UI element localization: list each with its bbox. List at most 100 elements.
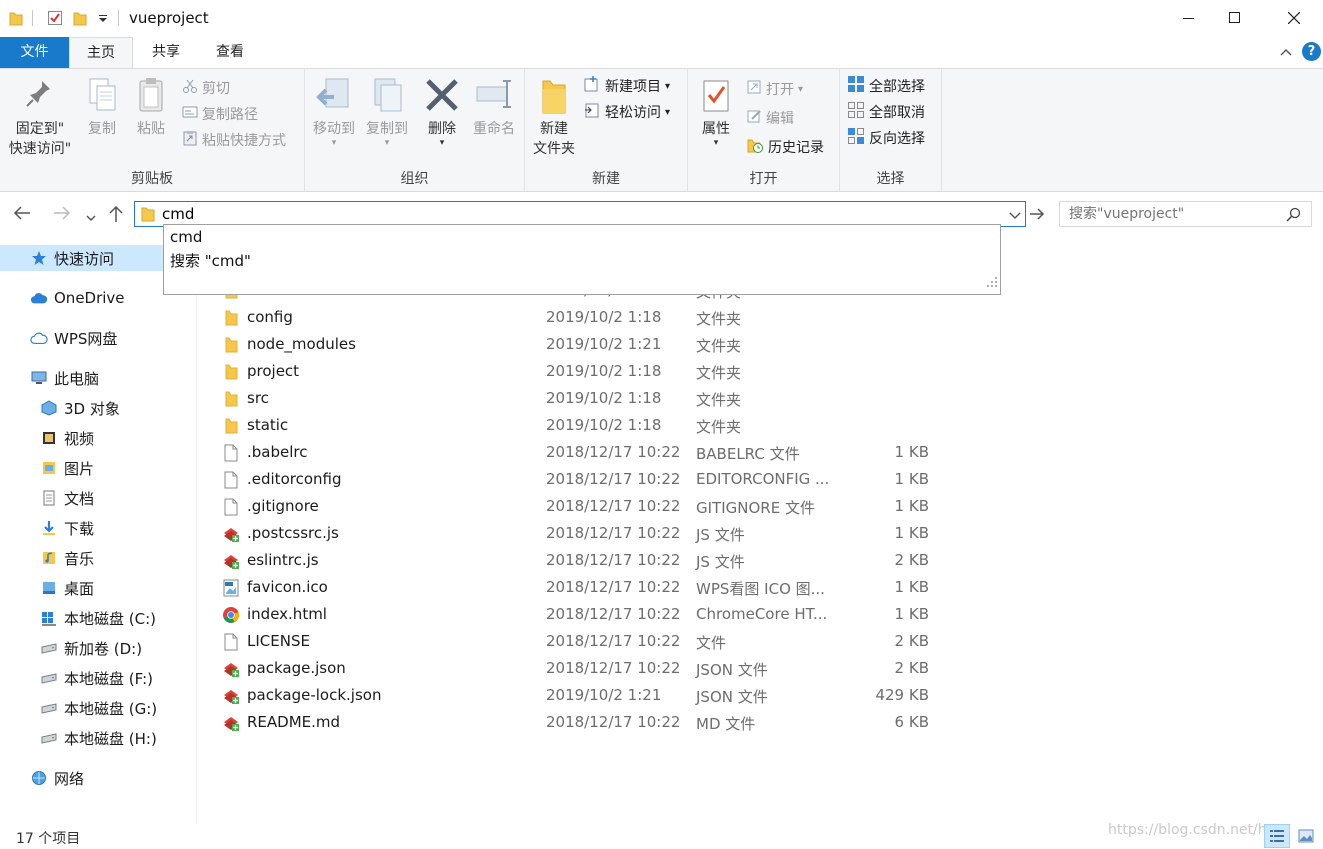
sidebar-item-pc-0[interactable]: 3D 对象 bbox=[40, 395, 120, 421]
file-name: .editorconfig bbox=[247, 470, 342, 488]
file-date: 2018/12/17 10:22 bbox=[546, 578, 681, 596]
sidebar-item-pc-6[interactable]: 桌面 bbox=[40, 575, 94, 601]
search-input[interactable] bbox=[1069, 204, 1284, 224]
file-type: EDITORCONFIG ... bbox=[696, 470, 830, 488]
dropdown-arrow-icon: ▾ bbox=[384, 138, 390, 148]
image-file-icon bbox=[222, 579, 240, 597]
folder-icon bbox=[222, 336, 240, 354]
paste-shortcut-button[interactable]: 粘贴快捷方式 bbox=[182, 128, 286, 152]
file-row[interactable]: package-lock.json 2019/10/2 1:21 JSON 文件 42… bbox=[198, 683, 938, 710]
edit-label: 编辑 bbox=[766, 111, 794, 127]
forward-arrow-icon[interactable] bbox=[53, 205, 71, 226]
copy-to-button[interactable]: 复制到 ▾ bbox=[361, 75, 413, 148]
collapse-ribbon-icon[interactable] bbox=[1280, 45, 1292, 61]
new-item-button[interactable]: 新建项目 ▾ bbox=[583, 74, 670, 98]
open-button[interactable]: 打开 ▾ bbox=[746, 77, 803, 101]
ribbon-tabs: 文件 主页 共享 查看 ? bbox=[0, 37, 1323, 69]
file-name: LICENSE bbox=[247, 632, 310, 650]
file-name: README.md bbox=[247, 713, 341, 731]
select-all-icon bbox=[847, 75, 865, 97]
sidebar-item-label: 文档 bbox=[64, 489, 95, 508]
sidebar-item-pc-7[interactable]: 本地磁盘 (C:) bbox=[40, 605, 156, 631]
tab-file[interactable]: 文件 bbox=[0, 37, 69, 68]
sidebar-item-pc-11[interactable]: 本地磁盘 (H:) bbox=[40, 725, 157, 751]
sidebar-item-label: 本地磁盘 (G:) bbox=[64, 699, 158, 718]
file-row[interactable]: node_modules 2019/10/2 1:21 文件夹 bbox=[198, 332, 938, 359]
details-view-icon[interactable] bbox=[1264, 824, 1290, 848]
suggestion-item[interactable]: cmd bbox=[170, 228, 202, 246]
pin-to-quick-access-button[interactable]: 固定到" 快速访问" bbox=[4, 75, 76, 159]
file-row[interactable]: src 2019/10/2 1:18 文件夹 bbox=[198, 386, 938, 413]
maximize-button[interactable] bbox=[1212, 0, 1258, 36]
drive-icon bbox=[40, 729, 58, 747]
search-icon[interactable] bbox=[1286, 207, 1301, 226]
file-row[interactable]: .editorconfig 2018/12/17 10:22 EDITORCONFI… bbox=[198, 467, 938, 494]
back-arrow-icon[interactable] bbox=[13, 205, 31, 226]
file-row[interactable]: README.md 2018/12/17 10:22 MD 文件 6 KB bbox=[198, 710, 938, 737]
customize-quick-access-icon[interactable] bbox=[96, 9, 110, 27]
history-label: 历史记录 bbox=[768, 140, 824, 156]
minimize-button[interactable] bbox=[1166, 0, 1212, 36]
downloads-folder-icon bbox=[40, 519, 58, 537]
file-row[interactable]: .gitignore 2018/12/17 10:22 GITIGNORE 文件 1 … bbox=[198, 494, 938, 521]
properties-quick-icon[interactable] bbox=[46, 9, 64, 27]
history-button[interactable]: 历史记录 bbox=[746, 135, 824, 159]
sidebar-item-pc-3[interactable]: 文档 bbox=[40, 485, 94, 511]
copy-button[interactable]: 复制 bbox=[82, 75, 122, 139]
recent-locations-chevron-icon[interactable] bbox=[85, 208, 97, 228]
select-none-button[interactable]: 全部取消 bbox=[847, 100, 925, 124]
close-button[interactable] bbox=[1271, 0, 1317, 36]
new-folder-quick-icon[interactable] bbox=[72, 9, 88, 27]
file-row[interactable]: index.html 2018/12/17 10:22 ChromeCore HT.… bbox=[198, 602, 938, 629]
file-row[interactable]: project 2019/10/2 1:18 文件夹 bbox=[198, 359, 938, 386]
resize-grip-icon[interactable] bbox=[986, 276, 998, 292]
address-dropdown-chevron-icon[interactable] bbox=[1009, 209, 1021, 225]
sidebar-item-pc-4[interactable]: 下载 bbox=[40, 515, 94, 541]
paste-button[interactable]: 粘贴 bbox=[130, 75, 172, 139]
sidebar-item-pc-1[interactable]: 视频 bbox=[40, 425, 94, 451]
search-box[interactable] bbox=[1059, 201, 1312, 227]
address-input[interactable] bbox=[162, 203, 1002, 225]
paste-label: 粘贴 bbox=[137, 121, 165, 137]
new-item-icon bbox=[583, 75, 601, 97]
sidebar-item-pc-9[interactable]: 本地磁盘 (F:) bbox=[40, 665, 153, 691]
tab-home[interactable]: 主页 bbox=[69, 37, 133, 69]
invert-selection-button[interactable]: 反向选择 bbox=[847, 126, 925, 150]
rename-button[interactable]: 重命名 bbox=[467, 75, 521, 139]
easy-access-button[interactable]: 轻松访问 ▾ bbox=[583, 100, 670, 124]
invert-selection-label: 反向选择 bbox=[869, 131, 925, 147]
go-arrow-icon[interactable] bbox=[1028, 202, 1048, 226]
suggestion-item-search[interactable]: 搜索 "cmd" bbox=[170, 250, 251, 271]
tab-view[interactable]: 查看 bbox=[198, 37, 262, 68]
file-type: ChromeCore HT... bbox=[696, 605, 828, 623]
tab-share[interactable]: 共享 bbox=[134, 37, 198, 68]
help-icon[interactable]: ? bbox=[1302, 42, 1321, 61]
sidebar-item-pc-8[interactable]: 新加卷 (D:) bbox=[40, 635, 142, 661]
sidebar-item-pc-10[interactable]: 本地磁盘 (G:) bbox=[40, 695, 157, 721]
cut-button[interactable]: 剪切 bbox=[182, 76, 230, 100]
edit-button[interactable]: 编辑 bbox=[746, 106, 794, 130]
file-row[interactable]: static 2019/10/2 1:18 文件夹 bbox=[198, 413, 938, 440]
copy-path-button[interactable]: 复制路径 bbox=[182, 102, 258, 126]
sidebar-item-pc-5[interactable]: 音乐 bbox=[40, 545, 94, 571]
this-pc-item[interactable]: 此电脑 bbox=[30, 365, 99, 391]
delete-button[interactable]: 删除 ▾ bbox=[421, 75, 463, 148]
up-arrow-icon[interactable] bbox=[108, 205, 124, 228]
select-all-button[interactable]: 全部选择 bbox=[847, 74, 925, 98]
onedrive-item[interactable]: OneDrive bbox=[30, 285, 125, 311]
file-row[interactable]: package.json 2018/12/17 10:22 JSON 文件 2 KB bbox=[198, 656, 938, 683]
file-row[interactable]: .babelrc 2018/12/17 10:22 BABELRC 文件 1 KB bbox=[198, 440, 938, 467]
move-to-button[interactable]: 移动到 ▾ bbox=[309, 75, 359, 148]
network-item[interactable]: 网络 bbox=[30, 765, 84, 791]
file-row[interactable]: .postcssrc.js 2018/12/17 10:22 JS 文件 1 KB bbox=[198, 521, 938, 548]
wps-cloud-item[interactable]: WPS网盘 bbox=[30, 325, 117, 351]
sidebar-item-label: 本地磁盘 (F:) bbox=[64, 669, 153, 688]
file-row[interactable]: LICENSE 2018/12/17 10:22 文件 2 KB bbox=[198, 629, 938, 656]
file-row[interactable]: config 2019/10/2 1:18 文件夹 bbox=[198, 305, 938, 332]
properties-button[interactable]: 属性 ▾ bbox=[696, 75, 736, 148]
file-row[interactable]: favicon.ico 2018/12/17 10:22 WPS看图 ICO 图..… bbox=[198, 575, 938, 602]
large-icons-view-icon[interactable] bbox=[1293, 824, 1319, 848]
new-folder-button[interactable]: 新建 文件夹 bbox=[529, 75, 579, 159]
file-row[interactable]: eslintrc.js 2018/12/17 10:22 JS 文件 2 KB bbox=[198, 548, 938, 575]
sidebar-item-pc-2[interactable]: 图片 bbox=[40, 455, 94, 481]
